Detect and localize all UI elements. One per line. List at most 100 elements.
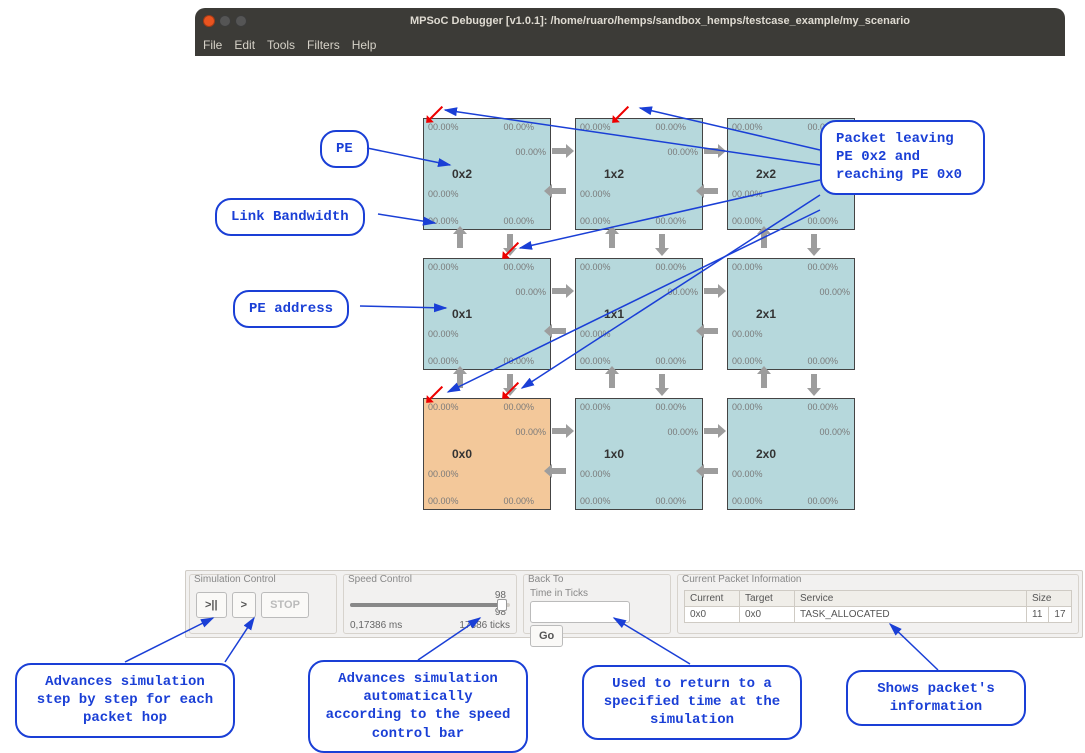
link-pct: 00.00% [580, 329, 611, 339]
speed-slider[interactable] [350, 603, 510, 607]
go-button[interactable]: Go [530, 625, 563, 647]
callout-link-bandwidth: Link Bandwidth [215, 198, 365, 236]
callout-advance-step: Advances simulation step by step for eac… [15, 663, 235, 738]
link-arrow-up-icon [761, 234, 767, 248]
link-arrow-down-icon [659, 374, 665, 388]
pe-address: 0x2 [452, 167, 472, 181]
link-pct: 00.00% [580, 402, 611, 412]
link-arrow-left-icon [552, 188, 566, 194]
callout-advance-auto: Advances simulation automatically accord… [308, 660, 528, 753]
pe-cell-2x1[interactable]: 2x1 00.00% 00.00% 00.00% 00.00% 00.00% 0… [727, 258, 855, 370]
pe-cell-2x0[interactable]: 2x0 00.00% 00.00% 00.00% 00.00% 00.00% 0… [727, 398, 855, 510]
val-target: 0x0 [740, 607, 795, 623]
link-pct: 00.00% [428, 402, 459, 412]
link-arrow-up-icon [609, 374, 615, 388]
link-pct: 00.00% [580, 469, 611, 479]
pe-cell-0x2[interactable]: 0x2 00.00% 00.00% 00.00% 00.00% 00.00% 0… [423, 118, 551, 230]
window-maximize-button[interactable] [235, 15, 247, 27]
callout-pe: PE [320, 130, 369, 168]
val-service: TASK_ALLOCATED [795, 607, 1027, 623]
pe-cell-0x0[interactable]: 0x0 00.00% 00.00% 00.00% 00.00% 00.00% 0… [423, 398, 551, 510]
link-pct: 00.00% [515, 287, 546, 297]
link-arrow-up-icon [761, 374, 767, 388]
col-size: Size [1027, 591, 1072, 607]
col-service: Service [795, 591, 1027, 607]
pe-cell-1x2[interactable]: 1x2 00.00% 00.00% 00.00% 00.00% 00.00% 0… [575, 118, 703, 230]
group-simulation-control: Simulation Control >|| > STOP [189, 574, 337, 634]
link-arrow-left-icon [704, 188, 718, 194]
callout-back-to: Used to return to a specified time at th… [582, 665, 802, 740]
menu-tools[interactable]: Tools [267, 38, 295, 52]
link-pct: 00.00% [428, 496, 459, 506]
pe-address: 1x2 [604, 167, 624, 181]
table-row: 0x0 0x0 TASK_ALLOCATED 11 17 [685, 607, 1072, 623]
window-titlebar: MPSoC Debugger [v1.0.1]: /home/ruaro/hem… [195, 8, 1065, 34]
link-pct: 00.00% [503, 216, 534, 226]
speed-ticks: 17386 ticks [459, 620, 510, 631]
link-arrow-right-icon [704, 148, 718, 154]
link-pct: 00.00% [667, 147, 698, 157]
link-pct: 00.00% [807, 216, 838, 226]
group-label: Current Packet Information [682, 574, 802, 585]
link-pct: 00.00% [428, 262, 459, 272]
link-pct: 00.00% [732, 496, 763, 506]
link-pct: 00.00% [807, 496, 838, 506]
link-pct: 00.00% [503, 122, 534, 132]
link-pct: 00.00% [667, 287, 698, 297]
link-arrow-down-icon [811, 374, 817, 388]
link-pct: 00.00% [732, 469, 763, 479]
link-pct: 00.00% [428, 329, 459, 339]
stop-button[interactable]: STOP [261, 592, 309, 618]
link-pct: 00.00% [580, 216, 611, 226]
link-arrow-left-icon [704, 328, 718, 334]
link-pct: 00.00% [428, 122, 459, 132]
group-current-packet: Current Packet Information Current Targe… [677, 574, 1079, 634]
link-pct: 00.00% [655, 402, 686, 412]
pe-cell-1x1[interactable]: 1x1 00.00% 00.00% 00.00% 00.00% 00.00% 0… [575, 258, 703, 370]
pe-address: 1x0 [604, 447, 624, 461]
link-pct: 00.00% [580, 189, 611, 199]
link-pct: 00.00% [503, 356, 534, 366]
link-pct: 00.00% [428, 216, 459, 226]
pe-address: 1x1 [604, 307, 624, 321]
link-pct: 00.00% [732, 329, 763, 339]
link-arrow-right-icon [552, 148, 566, 154]
pe-address: 0x0 [452, 447, 472, 461]
pe-address: 2x1 [756, 307, 776, 321]
menu-edit[interactable]: Edit [234, 38, 255, 52]
link-pct: 00.00% [819, 427, 850, 437]
link-pct: 00.00% [732, 262, 763, 272]
link-arrow-left-icon [552, 328, 566, 334]
link-pct: 00.00% [732, 402, 763, 412]
step-button[interactable]: >|| [196, 592, 227, 618]
link-pct: 00.00% [807, 402, 838, 412]
group-label: Simulation Control [194, 574, 276, 585]
menu-filters[interactable]: Filters [307, 38, 340, 52]
noc-grid: 0x2 00.00% 00.00% 00.00% 00.00% 00.00% 0… [423, 104, 863, 516]
link-pct: 00.00% [732, 216, 763, 226]
pe-address: 2x2 [756, 167, 776, 181]
link-arrow-down-icon [811, 234, 817, 248]
link-pct: 00.00% [515, 427, 546, 437]
val-size2: 17 [1049, 607, 1072, 623]
packet-table: Current Target Service Size 0x0 0x0 TASK… [684, 590, 1072, 623]
slider-thumb-icon[interactable] [497, 599, 507, 611]
group-label: Speed Control [348, 574, 412, 585]
menu-help[interactable]: Help [352, 38, 377, 52]
window-close-button[interactable] [203, 15, 215, 27]
link-pct: 00.00% [667, 427, 698, 437]
pe-cell-0x1[interactable]: 0x1 00.00% 00.00% 00.00% 00.00% 00.00% 0… [423, 258, 551, 370]
link-pct: 00.00% [807, 356, 838, 366]
link-pct: 00.00% [819, 287, 850, 297]
play-button[interactable]: > [232, 592, 256, 618]
link-pct: 00.00% [807, 262, 838, 272]
link-pct: 00.00% [655, 356, 686, 366]
col-target: Target [740, 591, 795, 607]
pe-cell-1x0[interactable]: 1x0 00.00% 00.00% 00.00% 00.00% 00.00% 0… [575, 398, 703, 510]
menu-file[interactable]: File [203, 38, 222, 52]
window-minimize-button[interactable] [219, 15, 231, 27]
link-arrow-right-icon [552, 288, 566, 294]
col-current: Current [685, 591, 740, 607]
back-to-ticks-input[interactable] [530, 601, 630, 623]
group-speed-control: Speed Control 98 98 0,17386 ms 17386 tic… [343, 574, 517, 634]
